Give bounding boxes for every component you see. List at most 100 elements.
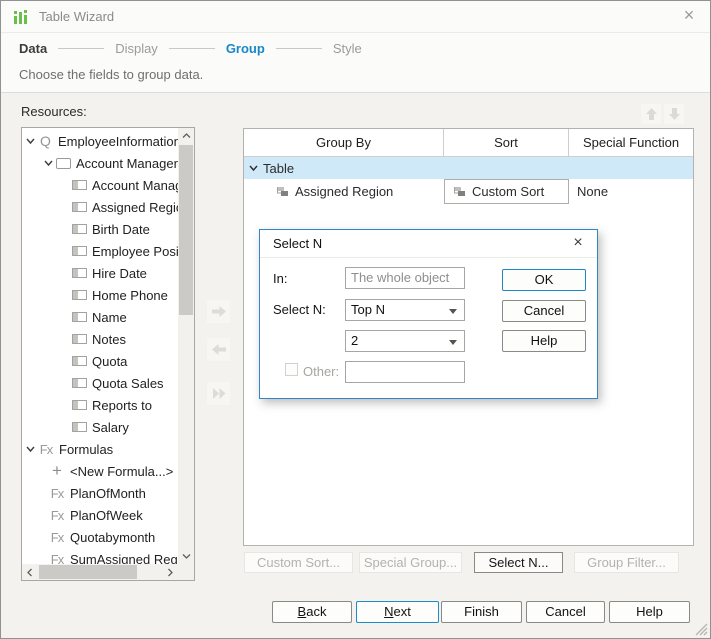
other-field[interactable] <box>345 361 465 383</box>
right-arrow-icon <box>211 306 226 317</box>
tree-item-label: EmployeeInformation <box>58 133 178 149</box>
group-field-label: Assigned Region <box>295 184 394 199</box>
app-logo-chart-icon <box>14 9 30 25</box>
tree-item-label: Notes <box>92 331 126 347</box>
chevron-down-icon[interactable] <box>26 137 38 145</box>
step-connector <box>168 48 215 49</box>
tree-vertical-scrollbar[interactable] <box>178 128 194 564</box>
cancel-button[interactable]: Cancel <box>502 300 586 322</box>
tree-item-label: Assigned Region <box>92 199 178 215</box>
step-display[interactable]: Display <box>115 41 158 56</box>
tree-item-field[interactable]: Salary <box>22 416 178 438</box>
scrollbar-corner <box>178 564 194 580</box>
tree-item-field[interactable]: Notes <box>22 328 178 350</box>
field-icon <box>72 356 87 366</box>
tree-item-formula[interactable]: Fx PlanOfWeek <box>22 504 178 526</box>
chevron-down-icon[interactable] <box>249 164 261 172</box>
special-group-button[interactable]: Special Group... <box>359 552 462 573</box>
add-field-button[interactable] <box>207 300 230 323</box>
sort-cell[interactable]: Custom Sort <box>444 179 569 204</box>
table-row[interactable]: Table <box>244 157 693 179</box>
group-node-icon <box>277 186 288 196</box>
group-filter-button[interactable]: Group Filter... <box>574 552 679 573</box>
finish-button[interactable]: Finish <box>441 601 522 623</box>
tree-item-field[interactable]: Name <box>22 306 178 328</box>
wizard-subtitle: Choose the fields to group data. <box>19 67 204 82</box>
field-icon <box>72 246 87 256</box>
custom-sort-icon <box>454 186 465 196</box>
add-all-fields-button[interactable] <box>207 382 230 405</box>
tree-item-label: Salary <box>92 419 129 435</box>
resize-grip[interactable] <box>695 623 708 636</box>
step-data[interactable]: Data <box>19 41 47 56</box>
move-up-button[interactable] <box>641 104 661 124</box>
formula-icon: Fx <box>50 485 64 501</box>
n-value-dropdown[interactable]: 2 <box>345 330 465 352</box>
window-title: Table Wizard <box>39 9 115 24</box>
step-style[interactable]: Style <box>333 41 362 56</box>
tree-item-field[interactable]: Birth Date <box>22 218 178 240</box>
scroll-right-icon[interactable] <box>162 564 178 580</box>
tree-item-formula[interactable]: Fx Quotabymonth <box>22 526 178 548</box>
move-down-button[interactable] <box>664 104 684 124</box>
tree-item-table[interactable]: Account Managers <box>22 152 178 174</box>
tree-item-field[interactable]: Assigned Region <box>22 196 178 218</box>
tree-item-field[interactable]: Quota Sales <box>22 372 178 394</box>
down-arrow-icon <box>668 108 680 120</box>
tree-horizontal-scrollbar[interactable] <box>22 564 178 580</box>
tree-item-field[interactable]: Home Phone <box>22 284 178 306</box>
next-button[interactable]: Next <box>356 601 439 623</box>
tree-item-field[interactable]: Employee Position <box>22 240 178 262</box>
in-field[interactable]: The whole object <box>345 267 465 289</box>
field-icon <box>72 180 87 190</box>
column-header-group-by: Group By <box>244 129 444 156</box>
tree-item-label: PlanOfMonth <box>70 485 146 501</box>
tree-item-label: Formulas <box>59 441 114 457</box>
help-button[interactable]: Help <box>502 330 586 352</box>
window-close-icon[interactable]: × <box>674 1 704 32</box>
tree-item-label: Birth Date <box>92 221 150 237</box>
select-n-button[interactable]: Select N... <box>474 552 563 573</box>
table-row[interactable]: Assigned Region Custom Sort None <box>244 179 693 204</box>
tree-item-label: Account Managers <box>76 155 178 171</box>
scroll-left-icon[interactable] <box>22 564 38 580</box>
tree-item-formula[interactable]: Fx SumAssigned Region <box>22 548 178 565</box>
chevron-down-icon[interactable] <box>44 159 56 167</box>
column-header-special-function: Special Function <box>582 135 680 150</box>
back-button[interactable]: Back <box>272 601 352 623</box>
chevron-down-icon[interactable] <box>26 445 38 453</box>
select-n-type-dropdown[interactable]: Top N <box>345 299 465 321</box>
help-button[interactable]: Help <box>609 601 690 623</box>
step-group[interactable]: Group <box>226 41 265 56</box>
formula-icon: Fx <box>50 529 64 545</box>
remove-field-button[interactable] <box>207 338 230 361</box>
ok-button[interactable]: OK <box>502 269 586 291</box>
tree-item-label: Account Managers I <box>92 177 178 193</box>
sort-value: Custom Sort <box>472 184 545 199</box>
dialog-title-bar: Select N × <box>260 230 597 258</box>
tree-item-field[interactable]: Quota <box>22 350 178 372</box>
table-wizard-window: Table Wizard × Data Display Group Style … <box>0 0 711 639</box>
tree-item-field[interactable]: Account Managers I <box>22 174 178 196</box>
tree-item-label: <New Formula...> <box>70 463 174 479</box>
select-n-label: Select N: <box>273 302 326 317</box>
tree-item-label: Reports to <box>92 397 152 413</box>
cancel-button[interactable]: Cancel <box>526 601 605 623</box>
dialog-close-icon[interactable]: × <box>565 230 591 257</box>
table-icon <box>56 157 71 169</box>
special-function-cell[interactable]: None <box>569 179 693 204</box>
tree-item-field[interactable]: Reports to <box>22 394 178 416</box>
tree-item-field[interactable]: Hire Date <box>22 262 178 284</box>
tree-items: Q EmployeeInformation Account Managers A… <box>22 130 178 564</box>
other-checkbox[interactable] <box>285 363 298 376</box>
special-function-value: None <box>577 184 609 199</box>
tree-item-new-formula[interactable]: + <New Formula...> <box>22 460 178 482</box>
scroll-up-icon[interactable] <box>178 128 194 144</box>
scroll-down-icon[interactable] <box>178 548 194 564</box>
scrollbar-thumb[interactable] <box>179 145 193 315</box>
tree-item-query[interactable]: Q EmployeeInformation <box>22 130 178 152</box>
tree-item-formulas[interactable]: Fx Formulas <box>22 438 178 460</box>
custom-sort-button[interactable]: Custom Sort... <box>244 552 353 573</box>
tree-item-formula[interactable]: Fx PlanOfMonth <box>22 482 178 504</box>
scrollbar-thumb[interactable] <box>39 565 137 579</box>
